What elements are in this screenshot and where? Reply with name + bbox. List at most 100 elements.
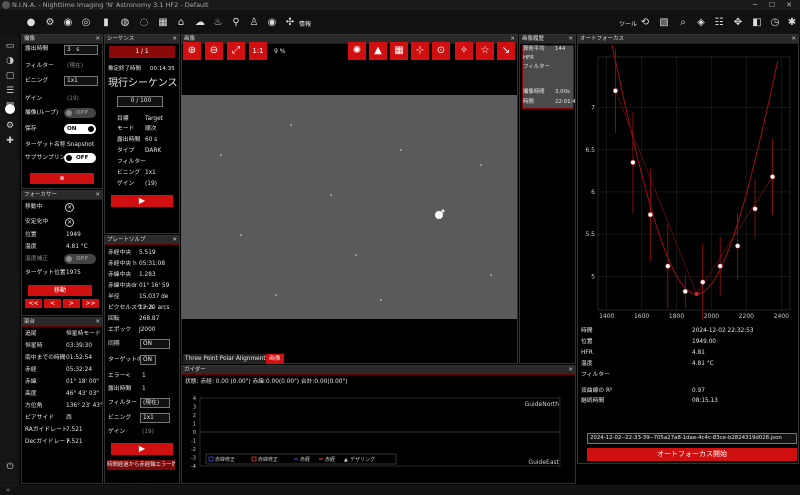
autofocus-panel-header: オートフォーカス ✕ [578,35,798,44]
expand-icon[interactable]: ↘ [497,42,515,60]
star-icon[interactable]: ✥ [732,17,744,29]
focus-icon[interactable]: ◈ [695,17,707,29]
reslew-toggle[interactable]: ON [140,355,156,365]
power-icon[interactable]: ⏻ [4,461,16,473]
exposure-input[interactable]: 3 s [64,45,98,55]
info-label[interactable]: 情報 [299,19,311,28]
target-position-input[interactable]: 1975 [66,268,81,278]
safety-icon[interactable]: ☁ [194,17,206,29]
flat-panel-icon[interactable]: ▦ [157,17,169,29]
equipment-icon[interactable]: ▭ [4,40,16,52]
error-input[interactable]: 1 [142,371,146,381]
current-sequence-title: 現行シーケンス [108,78,178,89]
target-icon[interactable]: ⊙ [432,42,450,60]
save-toggle[interactable]: ON [64,124,96,134]
refresh-icon[interactable]: ⟲ [639,17,651,29]
stop-capture-button[interactable]: ⊗ [30,173,94,184]
sequence-panel-header: シーケンス ✕ [105,35,179,44]
move-button[interactable]: 移動 [28,285,92,296]
target-name-input[interactable]: Snapshot [67,140,94,150]
ps-exposure-input[interactable]: 1 [142,384,146,394]
zoom-out-icon[interactable]: ⊖ [205,42,223,60]
ps-filter-select[interactable]: (現在) [140,398,170,408]
binning-select[interactable]: 1x1 [64,76,98,86]
loop-toggle[interactable]: OFF [64,108,96,118]
start-sequence-button[interactable]: ▶ [111,195,173,207]
save-label: 保存 [25,126,37,132]
step-left-big-button[interactable]: << [25,299,42,308]
close-icon[interactable]: ✕ [568,366,573,375]
minimize-button[interactable]: ─ [748,0,762,10]
zoom-1to1-button[interactable]: 1:1 [249,42,267,60]
close-icon[interactable]: ✕ [95,191,100,200]
flat-wizard-icon[interactable]: ☰ [4,85,16,97]
search-icon[interactable]: ⌕ [677,17,689,29]
close-icon[interactable]: ✕ [791,35,796,44]
tab-image[interactable]: 画像 [266,354,284,364]
gain-value[interactable]: (19) [67,94,79,104]
grid-icon[interactable]: ▦ [390,42,408,60]
filter-wheel-icon[interactable]: ◉ [62,17,74,29]
rotator-icon[interactable]: ▮ [100,17,112,29]
white-circle-icon[interactable]: ● [25,17,37,29]
temp-comp-toggle[interactable]: OFF [64,254,96,264]
platesolve-panel-header: プレートソルブ ✕ [105,236,179,245]
camera-icon[interactable]: ⚙ [44,17,56,29]
dome-icon[interactable]: ⌂ [175,17,187,29]
focuser-icon[interactable]: ◎ [80,17,92,29]
zoom-in-icon[interactable]: ⊕ [183,42,201,60]
lightbulb-icon[interactable]: ♙ [248,17,260,29]
ps-binning-select[interactable]: 1x1 [140,413,170,423]
tab-tppa[interactable]: Three Point Polar Alignment [183,354,268,364]
checklist-icon[interactable]: ☷ [713,17,725,29]
close-icon[interactable]: ✕ [95,318,100,327]
guider-icon[interactable]: ◌ [138,17,150,29]
ps-exposure-label: 露出時間 [108,386,132,392]
options-icon[interactable]: ⚙ [4,120,16,132]
star-detect-icon[interactable]: ☆ [476,42,494,60]
subsample-toggle[interactable]: OFF [64,153,96,163]
magic-wand-icon[interactable]: ✧ [455,42,473,60]
maximize-button[interactable]: ☐ [765,0,779,10]
expand-status-icon[interactable]: » [6,486,10,494]
plugin-icon[interactable]: ✣ [284,17,296,29]
autofocus-chart[interactable]: 1400 1600 1800 2000 2200 2400 7 6.5 6 5.5 5 [578,45,798,350]
close-icon[interactable]: ✕ [568,35,573,44]
ps-gain-value[interactable]: (19) [142,427,154,437]
start-autofocus-button[interactable]: オートフォーカス開始 [587,448,797,461]
sky-atlas-icon[interactable]: ◑ [4,55,16,67]
autostretch-icon[interactable]: ✺ [348,42,366,60]
step-left-button[interactable]: < [44,299,61,308]
snowflake-icon[interactable]: ✱ [786,17,798,29]
ps-ra-value: 5.519 [139,250,156,256]
framing-icon[interactable]: ▢ [4,70,16,82]
position-label: 位置 [25,232,37,238]
layers-icon[interactable]: ▧ [658,17,670,29]
imaging-icon[interactable] [5,104,15,114]
step-right-big-button[interactable]: >> [82,299,99,308]
crosshair-icon[interactable]: ⊹ [411,42,429,60]
filter-select[interactable]: (現在) [67,61,83,71]
captured-image[interactable] [181,95,517,319]
af-data-point [769,174,776,180]
history-icon[interactable]: ◷ [769,17,781,29]
af-file-select[interactable]: 2024-12-02--22-33-39--705a27a8-1dae-4c4c… [587,433,797,444]
ps-pixscale-value: 12.20 arcs [139,305,170,311]
close-icon[interactable]: ✕ [172,236,177,245]
plot-icon[interactable]: ◧ [751,17,763,29]
sidereal-value: 03:39:30 [66,343,93,349]
telescope-icon[interactable]: ◍ [119,17,131,29]
tools-label[interactable]: ツール [619,19,637,28]
triangle-warning-icon[interactable]: ▲ [369,42,387,60]
zoom-fit-icon[interactable]: ⤢ [227,42,245,60]
close-button[interactable]: ✕ [782,0,796,10]
close-icon[interactable]: ✕ [95,35,100,44]
switch-icon[interactable]: ⚲ [230,17,242,29]
step-right-button[interactable]: > [63,299,80,308]
weather-icon[interactable]: ♨ [212,17,224,29]
plugins-icon[interactable]: ✚ [4,135,16,147]
platesolve-start-button[interactable]: ▶ [111,443,173,455]
close-icon[interactable]: ✕ [172,35,177,44]
dome-sync-icon[interactable]: ◉ [266,17,278,29]
sync-toggle[interactable]: ON [140,339,170,349]
